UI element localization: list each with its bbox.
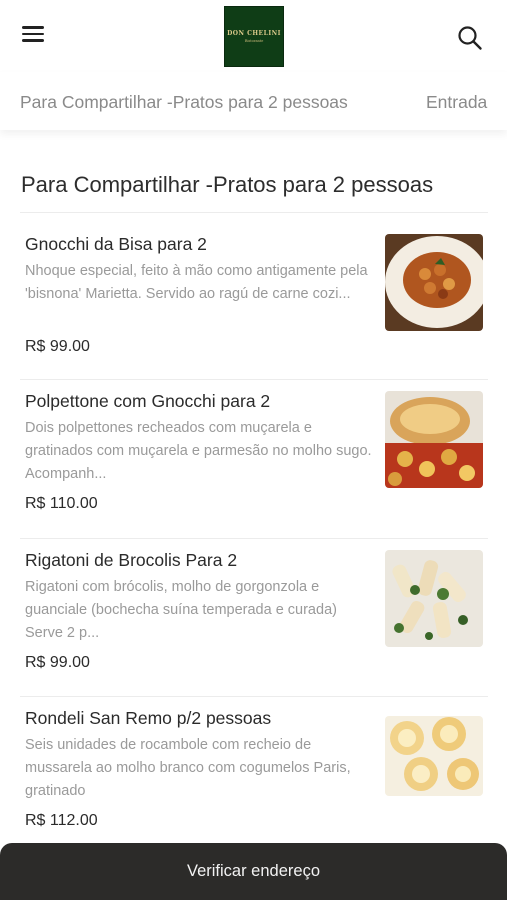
item-divider xyxy=(20,379,488,380)
item-name: Gnocchi da Bisa para 2 xyxy=(25,234,207,254)
item-description: Nhoque especial, feito à mão como antiga… xyxy=(25,263,368,302)
category-tabs: Para Compartilhar -Pratos para 2 pessoas… xyxy=(0,72,507,130)
menu-item[interactable]: Rigatoni de Brocolis Para 2 Rigatoni com… xyxy=(0,550,507,690)
section-divider xyxy=(20,212,488,213)
logo-text: DON CHELINI xyxy=(227,30,281,37)
item-divider xyxy=(20,696,488,697)
item-name: Rondeli San Remo p/2 pessoas xyxy=(25,708,272,728)
item-description: Dois polpettones recheados com muçarela … xyxy=(25,420,372,482)
logo-subtitle: Ristorante xyxy=(244,39,264,43)
item-image xyxy=(385,550,483,647)
item-image xyxy=(385,234,483,331)
menu-item[interactable]: Gnocchi da Bisa para 2 Nhoque especial, … xyxy=(0,234,507,374)
search-icon[interactable] xyxy=(456,24,484,52)
top-bar: DON CHELINI Ristorante xyxy=(0,0,507,72)
tab-para-compartilhar[interactable]: Para Compartilhar -Pratos para 2 pessoas xyxy=(20,92,348,113)
item-name: Rigatoni de Brocolis Para 2 xyxy=(25,550,238,570)
item-price: R$ 112.00 xyxy=(25,812,98,829)
menu-item[interactable]: Polpettone com Gnocchi para 2 Dois polpe… xyxy=(0,391,507,531)
verify-address-label: Verificar endereço xyxy=(187,862,320,880)
tab-entrada[interactable]: Entrada xyxy=(426,92,487,113)
item-price: R$ 99.00 xyxy=(25,654,90,671)
restaurant-logo[interactable]: DON CHELINI Ristorante xyxy=(224,6,284,67)
item-price: R$ 110.00 xyxy=(25,495,98,512)
hamburger-menu-icon[interactable] xyxy=(22,26,48,46)
item-name: Polpettone com Gnocchi para 2 xyxy=(25,391,271,411)
item-description: Seis unidades de rocambole com recheio d… xyxy=(25,737,351,799)
verify-address-button[interactable]: Verificar endereço xyxy=(0,843,507,900)
item-price: R$ 99.00 xyxy=(25,338,90,355)
item-image xyxy=(385,391,483,488)
item-divider xyxy=(20,538,488,539)
section-title: Para Compartilhar -Pratos para 2 pessoas xyxy=(21,172,434,197)
item-image xyxy=(385,716,483,796)
item-description: Rigatoni com brócolis, molho de gorgonzo… xyxy=(25,579,337,641)
menu-item[interactable]: Rondeli San Remo p/2 pessoas Seis unidad… xyxy=(0,708,507,838)
